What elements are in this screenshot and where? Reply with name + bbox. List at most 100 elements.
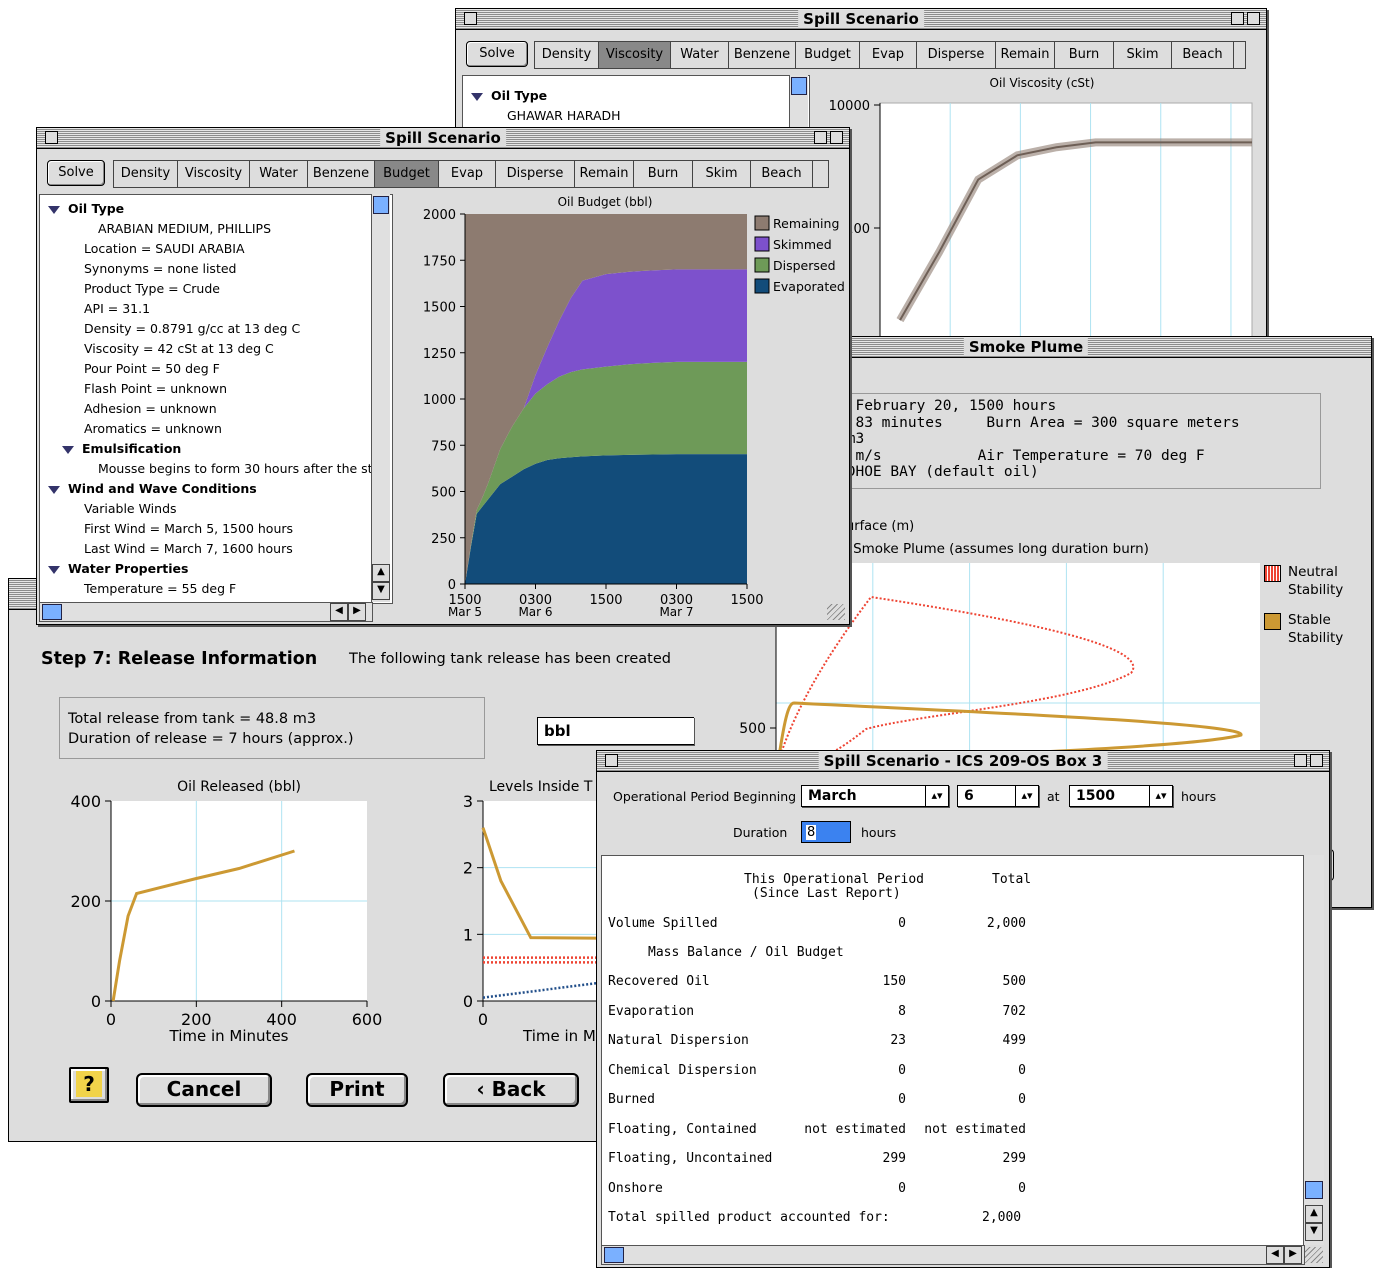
scroll-thumb[interactable] xyxy=(1305,1181,1323,1199)
tab-remain[interactable]: Remain xyxy=(996,42,1055,68)
print-button[interactable]: Print xyxy=(306,1073,408,1107)
tab-skim[interactable]: Skim xyxy=(1114,42,1172,68)
row-total-value: 0 xyxy=(1018,1092,1026,1107)
scroll-thumb[interactable] xyxy=(373,196,389,214)
tree-section-header[interactable]: Emulsification xyxy=(62,441,181,456)
title-bar[interactable]: Spill Scenario - ICS 209-OS Box 3 xyxy=(597,751,1329,772)
unit-value: bbl xyxy=(544,722,571,740)
duration-unit-label: hours xyxy=(861,825,897,840)
burn-info-box: = February 20, 1500 hours = 83 minutes Bu… xyxy=(831,393,1321,489)
day-select[interactable]: 6 ▴▾ xyxy=(957,785,1039,807)
tab-water[interactable]: Water xyxy=(671,42,729,68)
collapse-box[interactable] xyxy=(830,131,843,144)
tab-water[interactable]: Water xyxy=(250,161,308,187)
tree-section-header[interactable]: Wind and Wave Conditions xyxy=(48,481,257,496)
tab-disperse[interactable]: Disperse xyxy=(496,161,575,187)
tree-item: ARABIAN MEDIUM, PHILLIPS xyxy=(98,221,271,236)
neutral-legend-swatch xyxy=(1264,565,1281,582)
h-scroll-thumb[interactable] xyxy=(604,1247,624,1263)
time-select[interactable]: 1500 ▴▾ xyxy=(1069,785,1173,807)
collapse-box[interactable] xyxy=(1310,754,1323,767)
h-scroll-thumb[interactable] xyxy=(42,604,62,620)
disclosure-triangle-icon[interactable] xyxy=(62,445,74,454)
scroll-thumb[interactable] xyxy=(791,77,807,95)
row-label: Onshore xyxy=(608,1181,663,1196)
zoom-box[interactable] xyxy=(1294,754,1307,767)
close-box[interactable] xyxy=(45,131,58,144)
duration-field[interactable]: 8 xyxy=(801,821,851,843)
tab-budget[interactable]: Budget xyxy=(375,161,439,187)
tree-item: Density = 0.8791 g/cc at 13 deg C xyxy=(84,321,300,336)
tab-evap[interactable]: Evap xyxy=(860,42,917,68)
title-bar[interactable]: Spill Scenario xyxy=(456,9,1266,30)
title-bar[interactable]: Spill Scenario xyxy=(37,128,849,149)
horizontal-scrollbar[interactable]: ◀ ▶ xyxy=(39,602,373,622)
scroll-down-arrow[interactable]: ▼ xyxy=(1305,1223,1323,1241)
tree-item: Last Wind = March 7, 1600 hours xyxy=(84,541,293,556)
tab-skim[interactable]: Skim xyxy=(693,161,751,187)
tab-beach[interactable]: Beach xyxy=(1172,42,1234,68)
month-select[interactable]: March ▴▾ xyxy=(801,785,949,807)
disclosure-triangle-icon[interactable] xyxy=(48,485,60,494)
tree-label: Temperature = 55 deg F xyxy=(84,581,237,596)
tab-budget[interactable]: Budget xyxy=(796,42,860,68)
scroll-up-arrow[interactable]: ▲ xyxy=(1305,1205,1323,1223)
grow-box[interactable] xyxy=(827,604,845,620)
disclosure-triangle-icon[interactable] xyxy=(48,565,60,574)
tree-section-header[interactable]: Water Properties xyxy=(48,561,188,576)
tab-evap[interactable]: Evap xyxy=(439,161,496,187)
total-accounted-value: 2,000 xyxy=(982,1210,1022,1225)
tab-viscosity[interactable]: Viscosity xyxy=(599,42,671,68)
tree-section-header[interactable]: Oil Type xyxy=(471,88,547,103)
tab-burn[interactable]: Burn xyxy=(1055,42,1114,68)
tab-remain[interactable]: Remain xyxy=(575,161,634,187)
scroll-right-arrow[interactable]: ▶ xyxy=(348,603,366,621)
legend-label: Skimmed xyxy=(773,237,832,252)
table-row: Onshore 0 0 xyxy=(602,1181,1302,1199)
tab-beach[interactable]: Beach xyxy=(751,161,813,187)
back-button[interactable]: ‹ Back xyxy=(443,1073,579,1107)
scroll-left-arrow[interactable]: ◀ xyxy=(330,603,348,621)
close-box[interactable] xyxy=(605,754,618,767)
scroll-down-arrow[interactable]: ▼ xyxy=(372,582,390,600)
day-value: 6 xyxy=(964,788,974,804)
zoom-box[interactable] xyxy=(1231,12,1244,25)
tree-item: Location = SAUDI ARABIA xyxy=(84,241,245,256)
step-description: The following tank release has been crea… xyxy=(349,651,671,667)
tab-density[interactable]: Density xyxy=(114,161,178,187)
tab-benzene[interactable]: Benzene xyxy=(729,42,796,68)
solve-button[interactable]: Solve xyxy=(466,41,528,67)
tab-burn[interactable]: Burn xyxy=(634,161,693,187)
grow-box[interactable] xyxy=(1305,1247,1323,1263)
disclosure-triangle-icon[interactable] xyxy=(471,92,483,101)
scroll-right-arrow[interactable]: ▶ xyxy=(1284,1246,1302,1264)
vertical-scrollbar[interactable]: ▲ ▼ xyxy=(1303,855,1324,1245)
chart-title: Oil Budget (bbl) xyxy=(558,195,653,209)
unit-popup[interactable]: bbl xyxy=(537,717,694,745)
tree-item: Flash Point = unknown xyxy=(84,381,227,396)
tab-benzene[interactable]: Benzene xyxy=(308,161,375,187)
tab-density[interactable]: Density xyxy=(535,42,599,68)
close-box[interactable] xyxy=(464,12,477,25)
collapse-box[interactable] xyxy=(1247,12,1260,25)
tab-viscosity[interactable]: Viscosity xyxy=(178,161,250,187)
scroll-up-arrow[interactable]: ▲ xyxy=(372,564,390,582)
total-accounted-label: Total spilled product accounted for: xyxy=(608,1210,890,1225)
cancel-button[interactable]: Cancel xyxy=(136,1073,272,1107)
header-period: This Operational Period xyxy=(744,872,925,887)
tab-disperse[interactable]: Disperse xyxy=(917,42,996,68)
row-period-value: 150 xyxy=(882,974,906,989)
vertical-scrollbar[interactable]: ▲ ▼ xyxy=(371,194,390,602)
solve-button[interactable]: Solve xyxy=(47,160,105,186)
horizontal-scrollbar[interactable]: ◀ ▶ xyxy=(601,1245,1305,1265)
header-since: (Since Last Report) xyxy=(752,886,901,901)
scroll-left-arrow[interactable]: ◀ xyxy=(1266,1246,1284,1264)
tree-label: Viscosity = 42 cSt at 13 deg C xyxy=(84,341,274,356)
y-tick-label: 1000 xyxy=(423,393,456,408)
row-total-value: 299 xyxy=(1002,1151,1026,1166)
zoom-box[interactable] xyxy=(814,131,827,144)
smoke-legend: Neutral Stability Stable Stability xyxy=(1264,563,1364,647)
disclosure-triangle-icon[interactable] xyxy=(48,205,60,214)
help-button[interactable]: ? xyxy=(69,1067,109,1103)
tree-section-header[interactable]: Oil Type xyxy=(48,201,124,216)
